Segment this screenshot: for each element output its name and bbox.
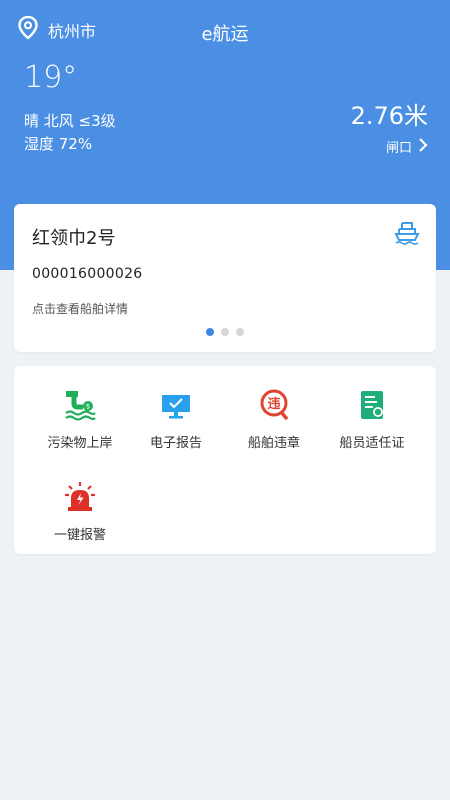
function-grid: $ 污染物上岸 电子报告 违 船舶违章 船员适任证 一键报警 bbox=[14, 366, 436, 554]
crew-certificate-label: 船员适任证 bbox=[339, 436, 405, 451]
carousel-dot[interactable] bbox=[206, 328, 214, 336]
electronic-report-tile[interactable]: 电子报告 bbox=[126, 386, 226, 451]
gate-label: 闸口 bbox=[385, 141, 412, 156]
svg-text:$: $ bbox=[86, 403, 90, 411]
monitor-report-icon bbox=[126, 386, 226, 422]
certificate-icon bbox=[322, 386, 422, 422]
carousel-dot[interactable] bbox=[221, 328, 229, 336]
pollution-discharge-icon: $ bbox=[30, 386, 130, 422]
water-level-panel[interactable]: 2.76米 闸口 bbox=[351, 96, 428, 156]
gate-link[interactable]: 闸口 bbox=[351, 137, 428, 156]
water-level: 2.76米 bbox=[350, 102, 428, 130]
emergency-alarm-label: 一键报警 bbox=[53, 528, 106, 543]
pollution-discharge-label: 污染物上岸 bbox=[47, 436, 113, 451]
crew-certificate-tile[interactable]: 船员适任证 bbox=[322, 386, 422, 451]
carousel-dot[interactable] bbox=[236, 328, 244, 336]
ship-violation-label: 船舶违章 bbox=[247, 436, 300, 451]
ship-id: 000016000026 bbox=[32, 266, 143, 282]
electronic-report-label: 电子报告 bbox=[149, 436, 202, 451]
temperature: 19° bbox=[24, 60, 78, 95]
ship-violation-tile[interactable]: 违 船舶违章 bbox=[224, 386, 324, 451]
alarm-light-icon bbox=[30, 478, 130, 514]
ship-detail-link[interactable]: 点击查看船舶详情 bbox=[32, 300, 128, 317]
ship-card[interactable]: 红领巾2号 000016000026 点击查看船舶详情 bbox=[14, 204, 436, 352]
chevron-right-icon bbox=[418, 137, 428, 156]
violation-icon: 违 bbox=[224, 386, 324, 422]
emergency-alarm-tile[interactable]: 一键报警 bbox=[30, 478, 130, 543]
svg-text:违: 违 bbox=[267, 396, 280, 412]
app-title: e航运 bbox=[201, 24, 249, 45]
pollution-discharge-tile[interactable]: $ 污染物上岸 bbox=[30, 386, 130, 451]
carousel-indicator bbox=[14, 328, 436, 336]
ship-icon[interactable] bbox=[394, 220, 420, 250]
ship-name: 红领巾2号 bbox=[32, 228, 116, 249]
weather-line: 晴 北风 ≤3级 bbox=[24, 112, 116, 130]
humidity-line: 湿度 72% bbox=[24, 135, 93, 153]
